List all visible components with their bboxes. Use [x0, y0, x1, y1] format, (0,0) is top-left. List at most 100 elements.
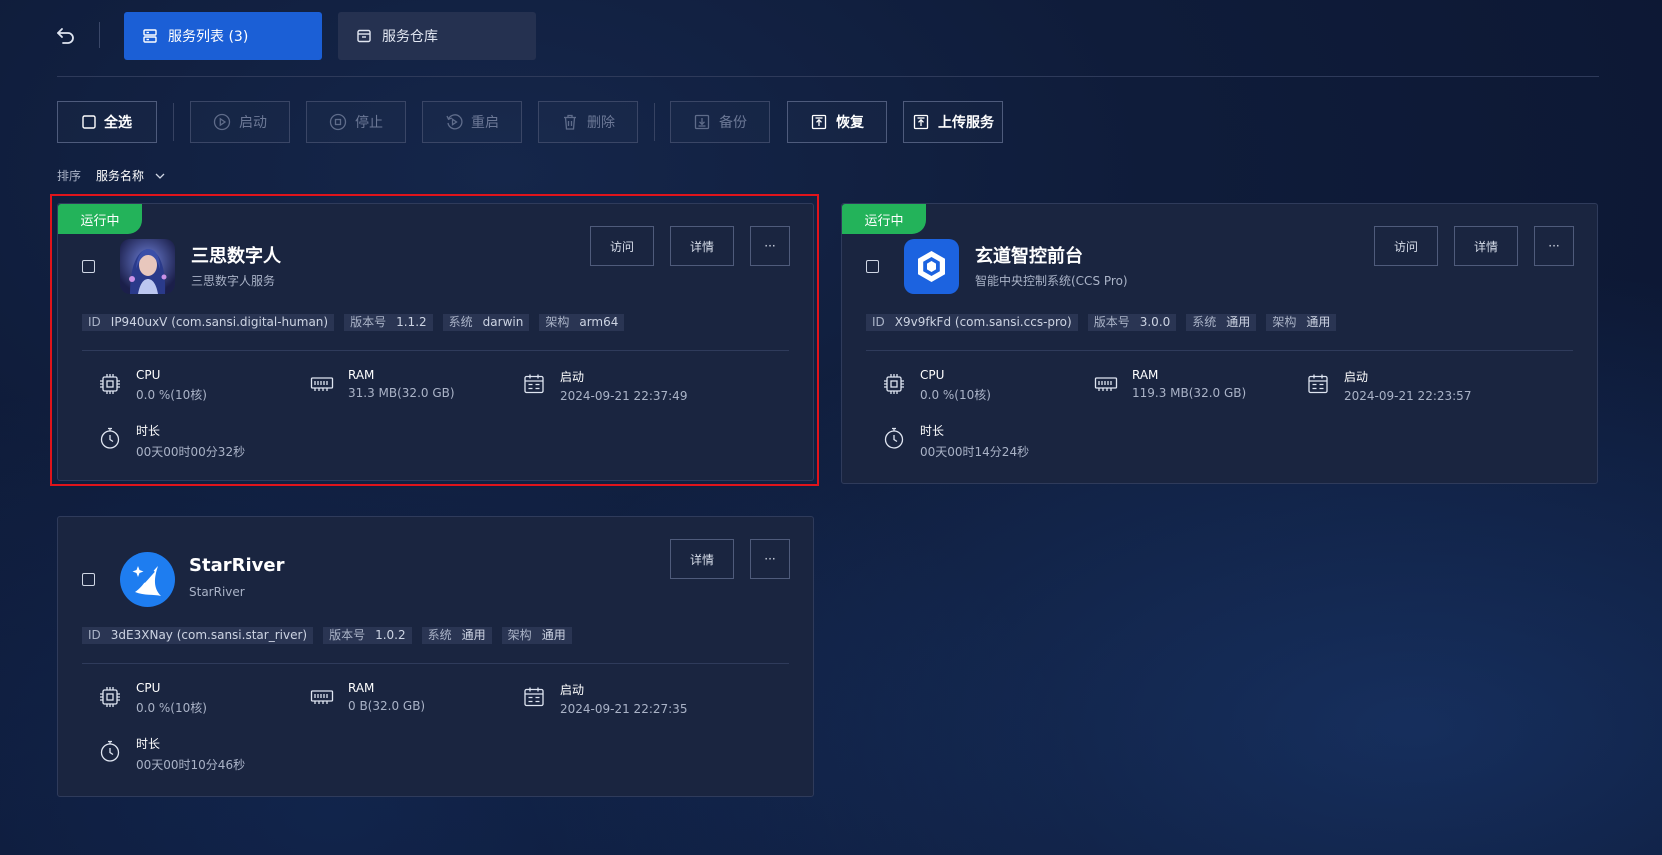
select-all-label: 全选 — [104, 115, 132, 131]
visit-button[interactable]: 访问 — [590, 226, 654, 266]
service-name: 三思数字人 — [191, 246, 281, 267]
ram-label: RAM — [348, 368, 375, 382]
start-time-stat: 启动 2024-09-21 22:37:49 — [522, 368, 687, 403]
cpu-icon — [98, 685, 122, 709]
service-description: 智能中央控制系统(CCS Pro) — [975, 274, 1128, 288]
select-all-button[interactable]: 全选 — [57, 101, 157, 143]
service-checkbox[interactable] — [82, 260, 95, 273]
id-tag: ID IP940uxV (com.sansi.digital-human) — [82, 314, 335, 331]
service-card: 运行中 玄道智控前台 智能中央控制系统(CCS Pro) 访问 详情 ··· I… — [841, 203, 1598, 484]
restart-button[interactable]: 重启 — [422, 101, 522, 143]
delete-button[interactable]: 删除 — [538, 101, 638, 143]
arch-tag: 架构 通用 — [1266, 314, 1337, 331]
start-value: 2024-09-21 22:23:57 — [1344, 389, 1472, 403]
service-checkbox[interactable] — [82, 573, 95, 586]
ram-value: 119.3 MB(32.0 GB) — [1132, 386, 1247, 400]
cpu-label: CPU — [920, 368, 945, 382]
card-divider — [82, 663, 789, 664]
tab-service-list[interactable]: 服务列表 (3) — [124, 12, 322, 60]
service-name: StarRiver — [189, 555, 285, 576]
more-button[interactable]: ··· — [750, 539, 790, 579]
restore-label: 恢复 — [836, 115, 864, 131]
start-label: 启动 — [239, 115, 267, 131]
version-tag: 版本号 1.1.2 — [344, 314, 433, 331]
header-divider — [57, 76, 1599, 77]
duration-label: 时长 — [920, 424, 945, 438]
upload-icon — [912, 113, 930, 131]
ram-value: 31.3 MB(32.0 GB) — [348, 386, 455, 400]
trash-icon — [561, 113, 579, 131]
detail-button[interactable]: 详情 — [1454, 226, 1518, 266]
backup-label: 备份 — [719, 115, 747, 131]
backup-button[interactable]: 备份 — [670, 101, 770, 143]
cpu-icon — [882, 372, 906, 396]
divider — [99, 22, 100, 48]
tab-label: 服务列表 (3) — [168, 29, 249, 45]
service-description: 三思数字人服务 — [191, 274, 276, 288]
detail-button[interactable]: 详情 — [670, 226, 734, 266]
ram-value: 0 B(32.0 GB) — [348, 699, 426, 713]
archive-icon — [356, 28, 372, 44]
start-time-stat: 启动 2024-09-21 22:23:57 — [1306, 368, 1471, 403]
sort-dropdown[interactable]: 服务名称 — [96, 167, 166, 184]
ram-icon — [310, 372, 334, 396]
start-value: 2024-09-21 22:37:49 — [560, 389, 688, 403]
service-tags: ID 3dE3XNay (com.sansi.star_river) 版本号 1.0… — [82, 627, 572, 644]
cpu-stat: CPU 0.0 %(10核) — [882, 368, 991, 403]
cpu-stat: CPU 0.0 %(10核) — [98, 681, 207, 716]
upload-service-label: 上传服务 — [938, 115, 994, 131]
hexagon-logo-icon — [904, 239, 959, 294]
id-tag: ID 3dE3XNay (com.sansi.star_river) — [82, 627, 314, 644]
upload-service-button[interactable]: 上传服务 — [903, 101, 1003, 143]
service-description: StarRiver — [189, 585, 245, 599]
ram-icon — [310, 685, 334, 709]
stop-button[interactable]: 停止 — [306, 101, 406, 143]
card-divider — [866, 350, 1573, 351]
calendar-icon — [1306, 372, 1330, 396]
server-list-icon — [142, 28, 158, 44]
checkbox-icon — [82, 115, 96, 129]
stop-label: 停止 — [355, 115, 383, 131]
upload-icon — [810, 113, 828, 131]
restart-label: 重启 — [471, 115, 499, 131]
duration-label: 时长 — [136, 424, 161, 438]
service-checkbox[interactable] — [866, 260, 879, 273]
cpu-icon — [98, 372, 122, 396]
cpu-value: 0.0 %(10核) — [920, 388, 991, 402]
system-tag: 系统 darwin — [442, 314, 530, 331]
start-label: 启动 — [560, 683, 585, 697]
service-tags: ID IP940uxV (com.sansi.digital-human) 版本号… — [82, 314, 625, 331]
more-button[interactable]: ··· — [750, 226, 790, 266]
duration-stat: 时长 00天00时10分46秒 — [98, 735, 245, 773]
more-button[interactable]: ··· — [1534, 226, 1574, 266]
system-tag: 系统 通用 — [421, 627, 492, 644]
ram-stat: RAM 0 B(32.0 GB) — [310, 681, 425, 713]
start-value: 2024-09-21 22:27:35 — [560, 702, 688, 716]
toolbar-divider — [654, 103, 655, 141]
id-tag: ID X9v9fkFd (com.sansi.ccs-pro) — [866, 314, 1078, 331]
stopwatch-icon — [98, 426, 122, 450]
start-label: 启动 — [560, 370, 585, 384]
tab-service-repository[interactable]: 服务仓库 — [338, 12, 536, 60]
ram-icon — [1094, 372, 1118, 396]
digital-human-avatar-icon — [120, 239, 175, 294]
arch-tag: 架构 通用 — [501, 627, 572, 644]
restart-icon — [445, 113, 463, 131]
cpu-label: CPU — [136, 368, 161, 382]
calendar-icon — [522, 372, 546, 396]
card-divider — [82, 350, 789, 351]
cpu-stat: CPU 0.0 %(10核) — [98, 368, 207, 403]
stopwatch-icon — [882, 426, 906, 450]
duration-stat: 时长 00天00时14分24秒 — [882, 422, 1029, 460]
restore-button[interactable]: 恢复 — [787, 101, 887, 143]
start-button[interactable]: 启动 — [190, 101, 290, 143]
back-icon[interactable] — [54, 24, 78, 48]
toolbar-divider — [173, 103, 174, 141]
start-label: 启动 — [1344, 370, 1369, 384]
calendar-icon — [522, 685, 546, 709]
ram-stat: RAM 31.3 MB(32.0 GB) — [310, 368, 455, 400]
detail-button[interactable]: 详情 — [670, 539, 734, 579]
service-card: 运行中 三思数字人 三思数字人服务 访问 详情 ··· ID IP940uxV (… — [57, 203, 814, 481]
visit-button[interactable]: 访问 — [1374, 226, 1438, 266]
version-tag: 版本号 1.0.2 — [323, 627, 412, 644]
